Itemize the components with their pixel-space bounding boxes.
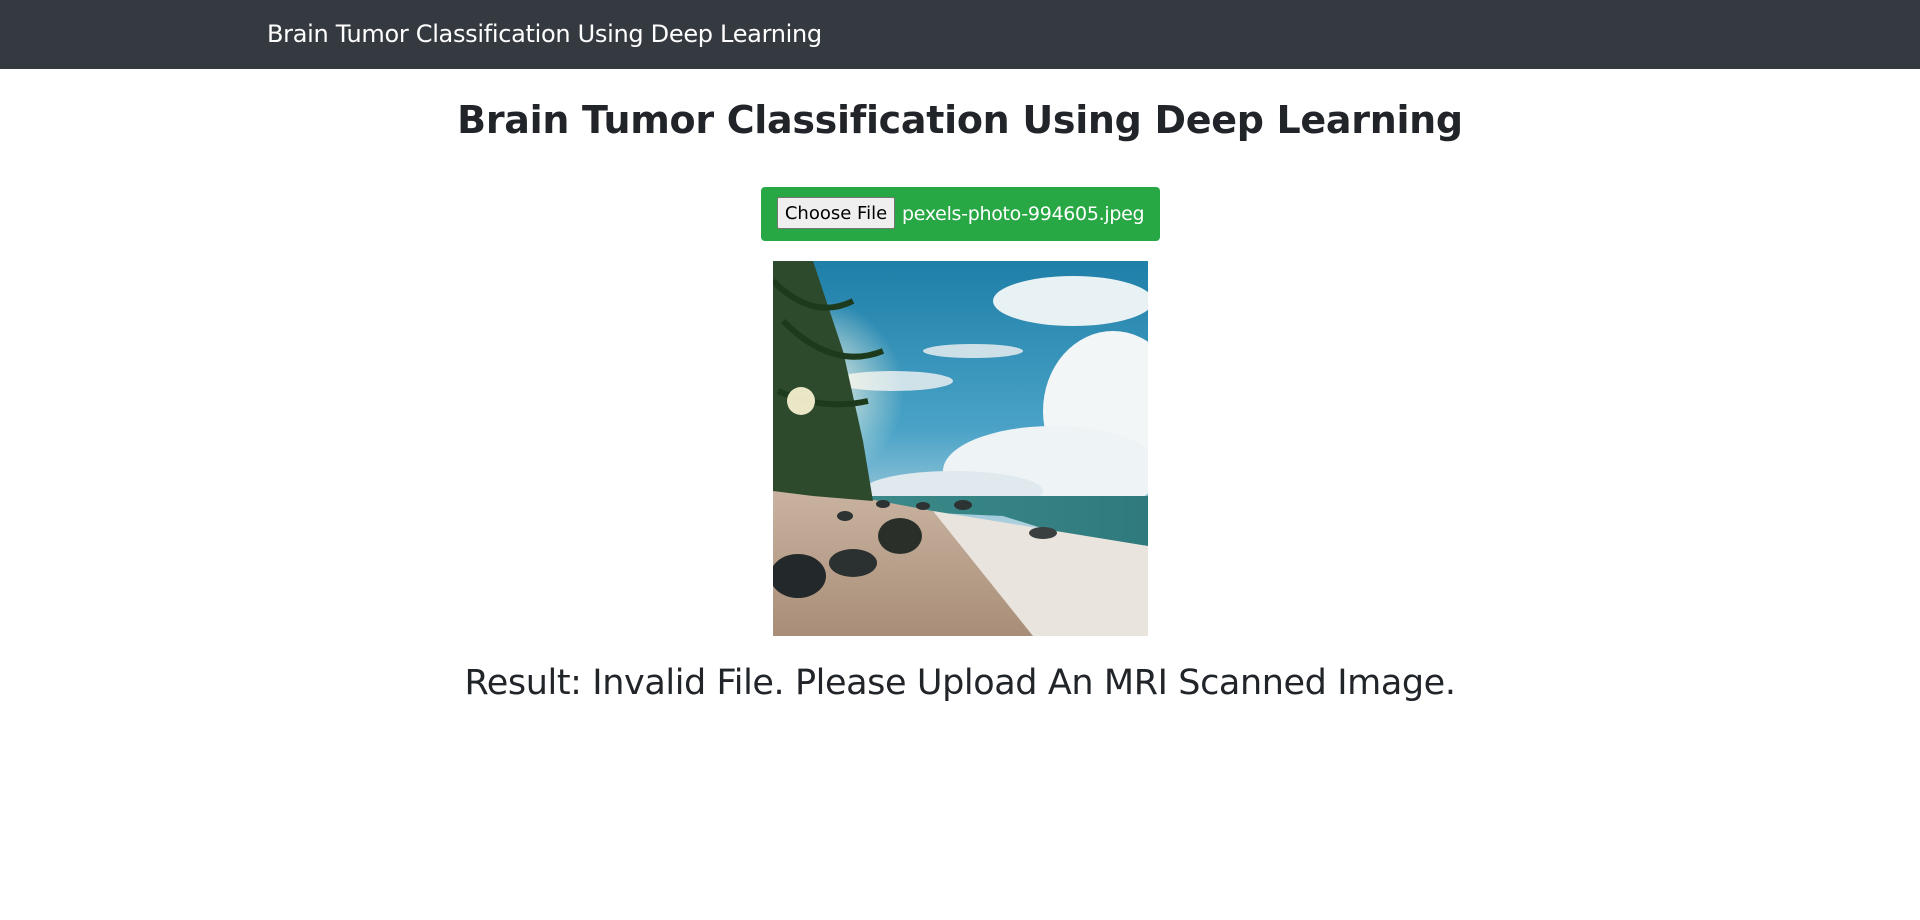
file-upload-box[interactable]: Choose File pexels-photo-994605.jpeg [761, 187, 1160, 241]
result-message: Result: Invalid File. Please Upload An M… [464, 663, 1456, 703]
navbar: Brain Tumor Classification Using Deep Le… [0, 0, 1920, 69]
choose-file-button[interactable]: Choose File [777, 197, 895, 229]
uploaded-image-preview [773, 261, 1148, 636]
navbar-brand[interactable]: Brain Tumor Classification Using Deep Le… [267, 0, 822, 69]
selected-file-name: pexels-photo-994605.jpeg [902, 203, 1145, 225]
beach-photo-image [773, 261, 1148, 636]
page-title: Brain Tumor Classification Using Deep Le… [457, 98, 1463, 142]
